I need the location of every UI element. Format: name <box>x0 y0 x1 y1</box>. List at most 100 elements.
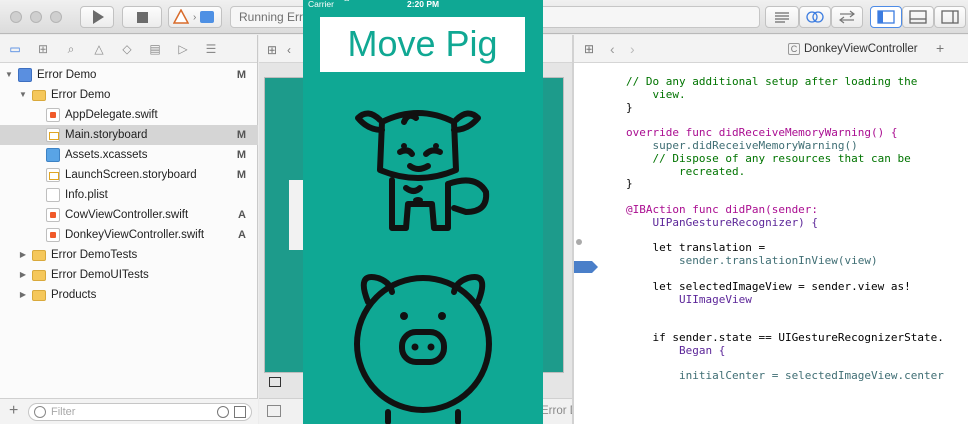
close-window-button[interactable] <box>10 11 22 23</box>
tree-item-file[interactable]: Info.plist <box>0 185 258 205</box>
navigator-filter-bar: + Filter <box>0 398 258 424</box>
code-line: // Do any additional setup after loading… <box>626 75 918 88</box>
warning-icon[interactable]: △ <box>92 42 106 56</box>
scm-filter-icon[interactable] <box>234 406 246 418</box>
version-editor-button[interactable] <box>831 6 863 28</box>
code-line: @IBAction func didPan(sender: <box>626 202 819 216</box>
recent-files-icon[interactable] <box>217 406 229 418</box>
scm-status-badge: A <box>238 209 246 221</box>
pig-icon[interactable] <box>348 262 498 424</box>
title-card: Move Pig <box>320 17 525 72</box>
bottom-panel-icon <box>909 10 927 24</box>
debug-icon[interactable]: ▤ <box>148 42 162 56</box>
right-panel-icon <box>941 10 959 24</box>
tree-item-file[interactable]: CowViewController.swift A <box>0 205 258 225</box>
filter-input[interactable]: Filter <box>28 403 252 421</box>
add-editor-icon[interactable]: + <box>936 40 944 56</box>
tree-item-group[interactable]: ▶ Error DemoUITests <box>0 265 258 285</box>
navigator-tab-bar: ▭ ⊞ ⌕ △ ◇ ▤ ▷ ☰ <box>0 35 257 63</box>
tree-item-group[interactable]: ▶ Error DemoTests <box>0 245 258 265</box>
code-line: sender.translationInView(view) <box>626 254 878 268</box>
tree-item-label: Main.storyboard <box>65 129 148 141</box>
scheme-selector[interactable]: › <box>168 6 222 28</box>
scm-status-badge: A <box>238 229 246 241</box>
file-tree: ▼ Error Demo M ▼ Error Demo AppDelegate.… <box>0 65 258 305</box>
disclosure-closed-icon[interactable]: ▶ <box>18 245 28 265</box>
code-line: } <box>626 177 633 191</box>
code-line: let translation = <box>626 241 766 255</box>
carrier-label: Carrier <box>308 0 334 9</box>
tree-item-project[interactable]: ▼ Error Demo M <box>0 65 258 85</box>
app-title: Move Pig <box>347 23 498 64</box>
code-line: if sender.state == UIGestureRecognizerSt… <box>626 330 944 344</box>
zoom-window-button[interactable] <box>50 11 62 23</box>
breakpoint-icon[interactable]: ▷ <box>176 42 190 56</box>
ios-simulator-screen[interactable]: Carrier ⌔ 2:20 PM Move Pig <box>303 0 543 424</box>
xcode-app-icon <box>173 9 189 24</box>
tree-item-file[interactable]: DonkeyViewController.swift A <box>0 225 258 245</box>
swift-file-icon <box>46 228 60 242</box>
disclosure-open-icon[interactable]: ▼ <box>4 65 14 85</box>
disclosure-closed-icon[interactable]: ▶ <box>18 285 28 305</box>
class-file-icon: C <box>788 43 800 55</box>
navigator-toggle-button[interactable] <box>870 6 902 28</box>
back-arrow-icon[interactable]: ‹ <box>287 43 291 57</box>
filter-placeholder: Filter <box>51 406 76 418</box>
scene-frame-icon[interactable] <box>269 377 281 387</box>
tree-item-file[interactable]: AppDelegate.swift <box>0 105 258 125</box>
chevron-right-icon: › <box>193 11 197 23</box>
code-line: view. <box>626 87 686 101</box>
stop-button[interactable] <box>122 6 162 28</box>
scm-status-badge: M <box>236 69 246 81</box>
debug-area-toggle-button[interactable] <box>902 6 934 28</box>
scm-status-badge: M <box>236 149 246 161</box>
current-line-indicator <box>574 261 598 273</box>
cow-icon[interactable] <box>348 100 498 240</box>
standard-editor-button[interactable] <box>765 6 799 28</box>
minimize-window-button[interactable] <box>30 11 42 23</box>
disclosure-closed-icon[interactable]: ▶ <box>18 265 28 285</box>
forward-arrow-icon[interactable]: › <box>630 41 635 57</box>
tree-item-group[interactable]: ▶ Products <box>0 285 258 305</box>
tree-item-label: Error Demo <box>37 69 97 81</box>
hierarchy-icon[interactable]: ⊞ <box>36 42 50 56</box>
tree-item-file[interactable]: LaunchScreen.storyboard M <box>0 165 258 185</box>
tree-item-label: LaunchScreen.storyboard <box>65 169 197 181</box>
disclosure-open-icon[interactable]: ▼ <box>18 85 28 105</box>
related-items-icon[interactable]: ⊞ <box>267 43 277 57</box>
assistant-code-editor[interactable]: ⊞ ‹ › C DonkeyViewController + // Do any… <box>574 35 968 424</box>
folder-icon[interactable]: ▭ <box>8 42 22 56</box>
project-navigator: ▭ ⊞ ⌕ △ ◇ ▤ ▷ ☰ ▼ Error Demo M ▼ Error D… <box>0 35 258 424</box>
asset-catalog-icon <box>46 148 60 162</box>
folder-icon <box>32 90 46 101</box>
editor-file-label[interactable]: DonkeyViewController <box>804 43 918 55</box>
code-line: Began { <box>626 343 726 357</box>
code-line: UIPanGestureRecognizer) { <box>626 215 819 229</box>
left-panel-icon <box>877 10 895 24</box>
related-items-icon[interactable]: ⊞ <box>584 42 594 56</box>
tree-item-label: Error DemoUITests <box>51 269 149 281</box>
code-line: override func didReceiveMemoryWarning() … <box>626 126 898 140</box>
back-arrow-icon[interactable]: ‹ <box>610 41 615 57</box>
add-file-icon[interactable]: + <box>9 402 18 420</box>
code-line: let selectedImageView = sender.view as! <box>626 279 911 293</box>
scm-status-badge: M <box>236 129 246 141</box>
plist-file-icon <box>46 188 60 202</box>
search-icon[interactable]: ⌕ <box>64 42 78 56</box>
tree-item-label: Assets.xcassets <box>65 149 148 161</box>
source-code[interactable]: // Do any additional setup after loading… <box>626 75 966 383</box>
folder-icon <box>32 290 46 301</box>
swift-file-icon <box>46 108 60 122</box>
run-button[interactable] <box>80 6 114 28</box>
test-diamond-icon[interactable]: ◇ <box>120 42 134 56</box>
editor-gutter[interactable] <box>574 63 598 424</box>
utilities-toggle-button[interactable] <box>934 6 966 28</box>
tree-item-group[interactable]: ▼ Error Demo <box>0 85 258 105</box>
tree-item-file[interactable]: Assets.xcassets M <box>0 145 258 165</box>
outline-toggle-icon[interactable] <box>267 405 281 417</box>
tree-item-label: Info.plist <box>65 189 108 201</box>
connection-dot-icon <box>576 239 582 245</box>
tree-item-file-selected[interactable]: Main.storyboard M <box>0 125 258 145</box>
report-icon[interactable]: ☰ <box>204 42 218 56</box>
assistant-editor-button[interactable] <box>799 6 831 28</box>
